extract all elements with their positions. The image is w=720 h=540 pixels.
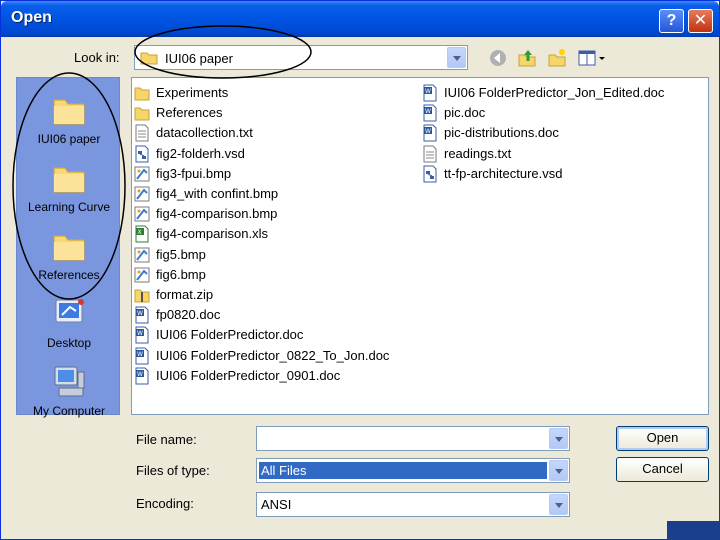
cancel-button[interactable]: Cancel — [616, 457, 709, 482]
svg-text:X: X — [138, 229, 142, 236]
encoding-dropdown[interactable]: ANSI — [256, 492, 570, 517]
file-name: fig5.bmp — [156, 246, 206, 262]
files-of-type-dropdown[interactable]: All Files — [256, 458, 570, 483]
window-title: Open — [11, 9, 52, 26]
encoding-value: ANSI — [261, 497, 292, 512]
folder-icon — [140, 52, 158, 65]
doc-file-icon: W — [134, 326, 150, 344]
folder-icon — [134, 104, 150, 122]
look-in-label: Look in: — [74, 50, 120, 65]
look-in-value: IUI06 paper — [165, 51, 233, 66]
xls-file-icon: X — [134, 225, 150, 243]
txt-file-icon — [134, 124, 150, 142]
vsd-file-icon — [134, 145, 150, 163]
doc-file-icon: W — [422, 104, 438, 122]
help-button[interactable]: ? — [659, 9, 684, 33]
corner-decoration — [667, 521, 720, 540]
zip-file-icon — [134, 286, 150, 304]
file-name-input[interactable] — [259, 429, 547, 448]
file-list[interactable]: Experiments References datacollection.txt f… — [131, 77, 709, 415]
places-bar: IUI06 paper Learning Curve References De… — [16, 77, 121, 418]
place-my-computer[interactable]: My Computer — [17, 364, 121, 432]
back-icon[interactable] — [488, 48, 508, 68]
svg-text:W: W — [137, 371, 143, 378]
file-name: fig4-comparison.xls — [156, 226, 268, 242]
up-folder-icon[interactable] — [517, 48, 537, 68]
chevron-down-icon[interactable] — [549, 460, 568, 481]
file-name: Experiments — [156, 85, 229, 100]
svg-text:W: W — [137, 330, 143, 337]
doc-file-icon: W — [134, 347, 150, 365]
open-dialog: Open ? ✕ Look in: IUI06 paper IUI06 pape… — [0, 0, 720, 540]
chevron-down-icon[interactable] — [549, 494, 568, 515]
place-label: Desktop — [46, 336, 92, 350]
file-name: pic.doc — [444, 105, 486, 121]
doc-file-icon: W — [134, 367, 150, 385]
file-name: fig2-folderh.vsd — [156, 145, 245, 161]
files-of-type-value: All Files — [259, 462, 547, 479]
place-label: Learning Curve — [27, 200, 111, 214]
file-name: readings.txt — [444, 145, 512, 161]
folder-icon — [53, 167, 85, 193]
doc-file-icon: W — [422, 84, 438, 102]
file-name-label: File name: — [136, 432, 197, 447]
chevron-down-icon[interactable] — [447, 47, 466, 68]
file-name: fp0820.doc — [156, 307, 221, 323]
close-button[interactable]: ✕ — [688, 9, 713, 33]
folder-icon — [53, 235, 85, 261]
chevron-down-icon[interactable] — [549, 428, 568, 449]
place-label: IUI06 paper — [37, 132, 101, 146]
folder-icon — [134, 84, 150, 102]
svg-text:W: W — [425, 88, 431, 95]
computer-icon — [54, 366, 85, 397]
place-desktop[interactable]: Desktop — [17, 296, 121, 364]
svg-text:W: W — [137, 310, 143, 317]
file-name: IUI06 FolderPredictor_Jon_Edited.doc — [444, 85, 665, 100]
look-in-dropdown[interactable]: IUI06 paper — [134, 45, 468, 70]
open-button[interactable]: Open — [616, 426, 709, 451]
file-name-combo[interactable] — [256, 426, 570, 451]
file-name: format.zip — [156, 287, 214, 302]
file-name: IUI06 FolderPredictor_0822_To_Jon.doc — [156, 347, 390, 363]
svg-text:W: W — [425, 108, 431, 115]
doc-file-icon: W — [422, 124, 438, 142]
doc-file-icon: W — [134, 306, 150, 324]
views-menu-icon[interactable] — [577, 48, 607, 68]
folder-icon — [53, 99, 85, 125]
bmp-file-icon — [134, 266, 150, 284]
place-iui06-paper[interactable]: IUI06 paper — [17, 92, 121, 160]
bmp-file-icon — [134, 165, 150, 183]
svg-text:W: W — [137, 351, 143, 358]
bmp-file-icon — [134, 205, 150, 223]
place-learning-curve[interactable]: Learning Curve — [17, 160, 121, 228]
files-of-type-label: Files of type: — [136, 463, 210, 478]
file-name: tt-fp-architecture.vsd — [444, 165, 563, 181]
svg-text:W: W — [425, 128, 431, 135]
file-name: IUI06 FolderPredictor.doc — [156, 327, 304, 343]
txt-file-icon — [422, 145, 438, 163]
file-name: pic-distributions.doc — [444, 125, 559, 141]
file-name: fig3-fpui.bmp — [156, 165, 232, 181]
desktop-icon — [55, 299, 84, 323]
bmp-file-icon — [134, 185, 150, 203]
file-name: References — [156, 105, 223, 121]
encoding-label: Encoding: — [136, 496, 194, 511]
place-label: References — [38, 268, 100, 282]
vsd-file-icon — [422, 165, 438, 183]
place-references[interactable]: References — [17, 228, 121, 296]
new-folder-icon[interactable] — [547, 48, 567, 68]
file-name: fig4_with confint.bmp — [156, 186, 279, 201]
bmp-file-icon — [134, 246, 150, 264]
file-name: fig4-comparison.bmp — [156, 206, 278, 222]
file-name: IUI06 FolderPredictor_0901.doc — [156, 367, 341, 383]
file-name: fig6.bmp — [156, 266, 206, 282]
place-label: My Computer — [32, 404, 106, 418]
file-name: datacollection.txt — [156, 125, 253, 141]
title-bar[interactable]: Open ? ✕ — [1, 1, 719, 37]
